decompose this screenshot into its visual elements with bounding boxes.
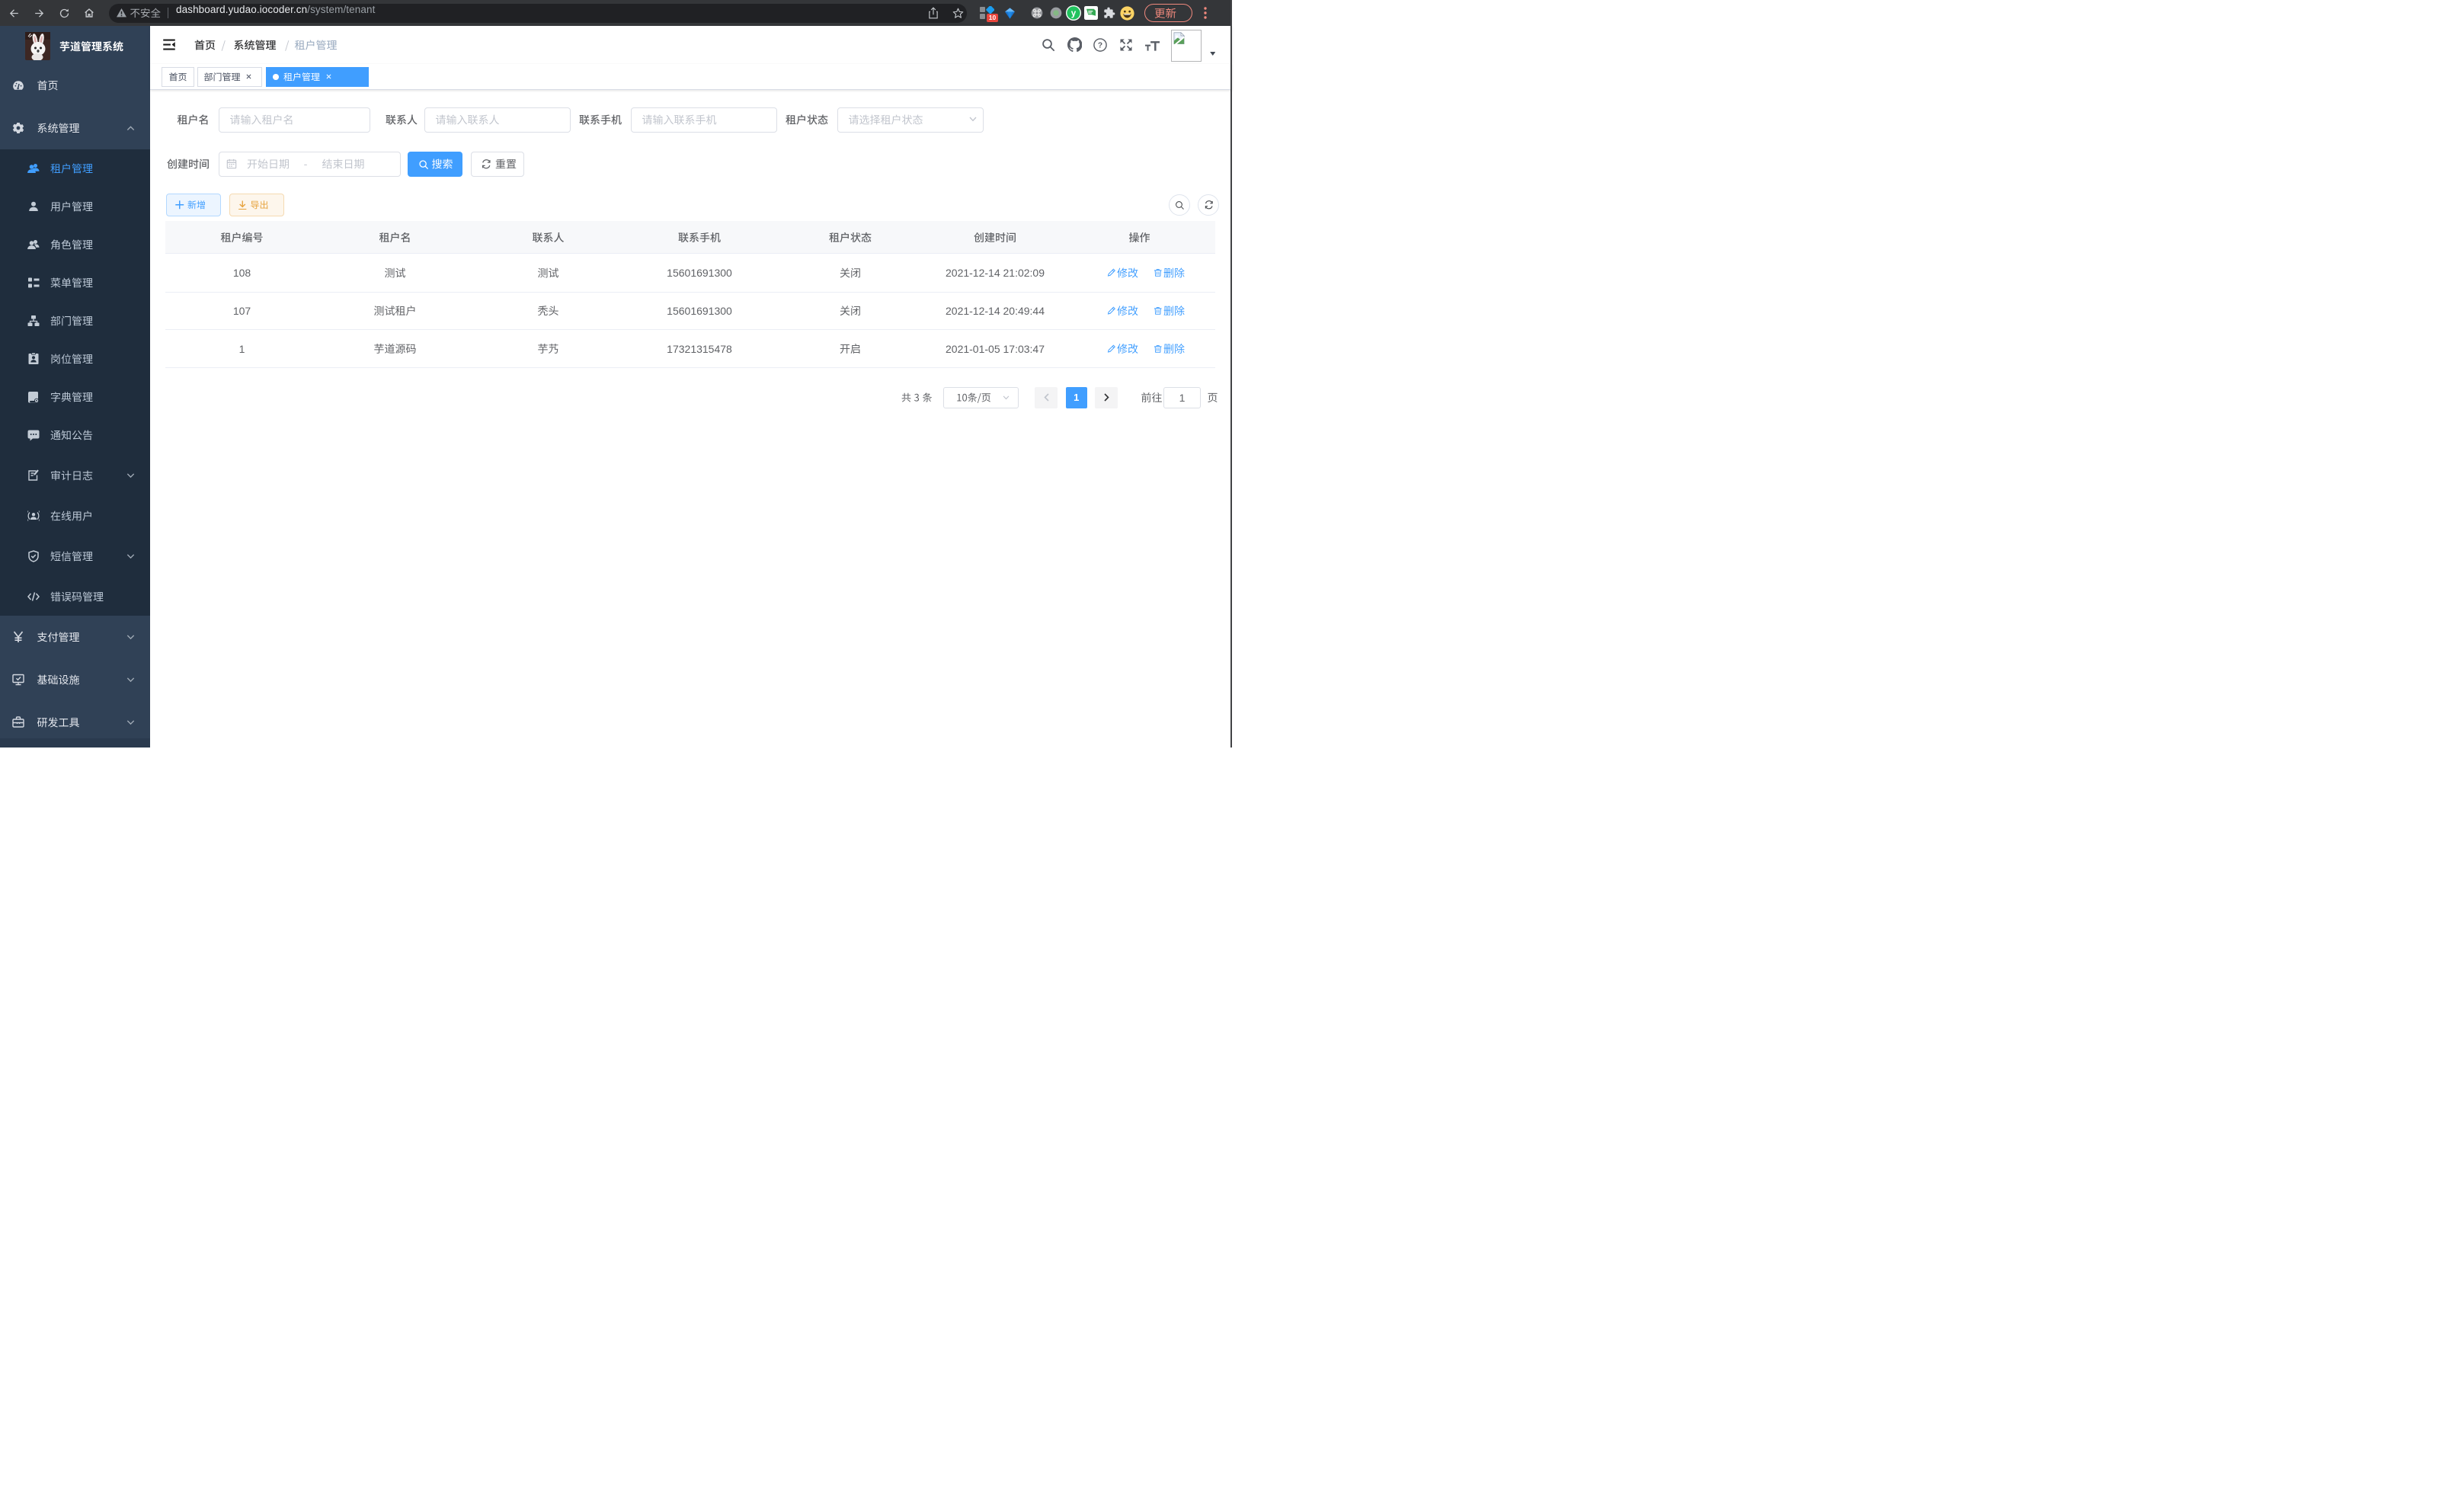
svg-text:?: ? bbox=[1098, 42, 1102, 50]
svg-text:y: y bbox=[1070, 8, 1076, 18]
